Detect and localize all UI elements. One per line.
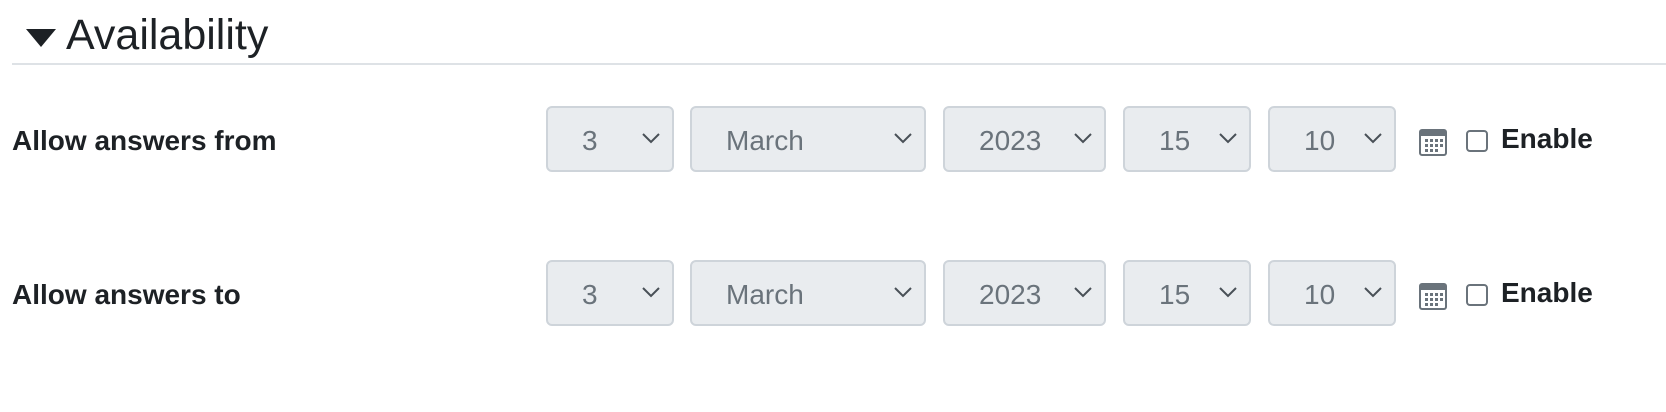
caret-down-icon[interactable] xyxy=(24,26,58,50)
hour-select[interactable]: 15 xyxy=(1123,106,1251,172)
year-value: 2023 xyxy=(979,279,1042,310)
chevron-down-icon xyxy=(1074,287,1092,298)
chevron-down-icon xyxy=(894,133,912,144)
section-title[interactable]: Availability xyxy=(66,8,268,62)
chevron-down-icon xyxy=(1219,287,1237,298)
allow-answers-to-label: Allow answers to xyxy=(12,279,241,310)
hour-value: 15 xyxy=(1159,279,1191,310)
month-select[interactable]: March xyxy=(690,106,926,172)
month-value: March xyxy=(726,125,804,156)
minute-select[interactable]: 10 xyxy=(1268,106,1396,172)
hour-value: 15 xyxy=(1159,125,1191,156)
minute-value: 10 xyxy=(1304,279,1336,310)
allow-answers-to-row: Allow answers to 3 March 2023 15 10 Enab… xyxy=(0,259,1666,329)
month-select[interactable]: March xyxy=(690,260,926,326)
day-value: 3 xyxy=(582,125,598,156)
day-select[interactable]: 3 xyxy=(546,260,674,326)
chevron-down-icon xyxy=(1074,133,1092,144)
enable-checkbox[interactable] xyxy=(1466,284,1488,306)
enable-label: Enable xyxy=(1501,277,1593,308)
chevron-down-icon xyxy=(894,287,912,298)
chevron-down-icon xyxy=(1364,287,1382,298)
section-header: Availability xyxy=(12,0,1666,65)
chevron-down-icon xyxy=(642,287,660,298)
day-select[interactable]: 3 xyxy=(546,106,674,172)
year-value: 2023 xyxy=(979,125,1042,156)
calendar-icon[interactable] xyxy=(1418,127,1448,157)
chevron-down-icon xyxy=(1364,133,1382,144)
allow-answers-from-row: Allow answers from 3 March 2023 15 10 En… xyxy=(0,105,1666,175)
calendar-icon[interactable] xyxy=(1418,281,1448,311)
chevron-down-icon xyxy=(642,133,660,144)
allow-answers-from-label: Allow answers from xyxy=(12,125,277,156)
hour-select[interactable]: 15 xyxy=(1123,260,1251,326)
minute-value: 10 xyxy=(1304,125,1336,156)
year-select[interactable]: 2023 xyxy=(943,106,1106,172)
availability-section: Availability Allow answers from 3 March … xyxy=(0,0,1666,412)
day-value: 3 xyxy=(582,279,598,310)
month-value: March xyxy=(726,279,804,310)
enable-checkbox[interactable] xyxy=(1466,130,1488,152)
enable-label: Enable xyxy=(1501,123,1593,154)
minute-select[interactable]: 10 xyxy=(1268,260,1396,326)
year-select[interactable]: 2023 xyxy=(943,260,1106,326)
chevron-down-icon xyxy=(1219,133,1237,144)
